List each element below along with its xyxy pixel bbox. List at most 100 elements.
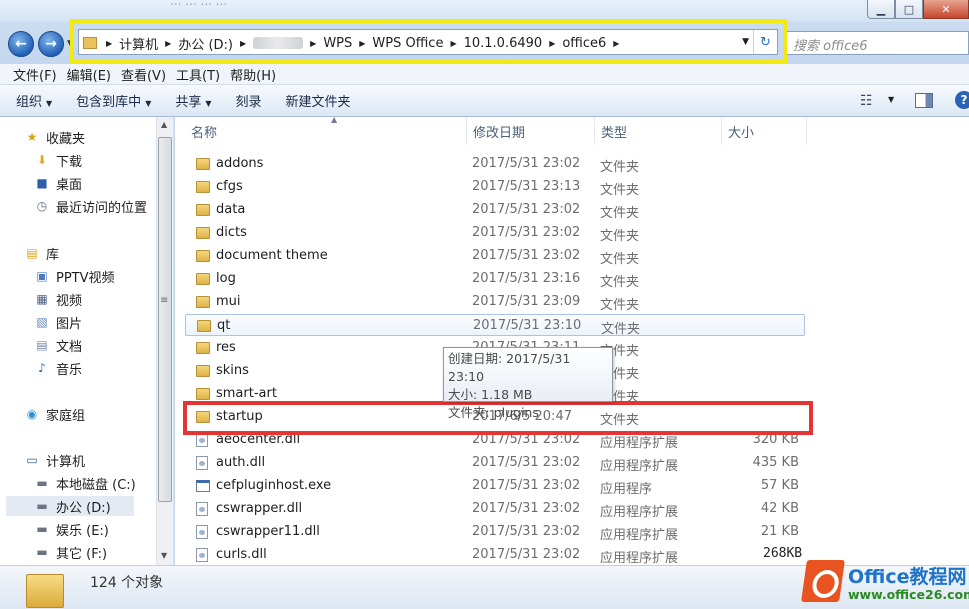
download-icon: ⬇ bbox=[36, 153, 48, 167]
menu-item[interactable]: 编辑(E) bbox=[62, 65, 116, 84]
folder-icon bbox=[196, 341, 210, 355]
menu-item[interactable]: 查看(V) bbox=[116, 65, 171, 84]
view-options-dropdown[interactable]: ▼ bbox=[888, 95, 894, 104]
stray-size-text: 268KB bbox=[763, 546, 803, 561]
tooltip-size: 大小: 1.18 MB bbox=[448, 387, 533, 402]
drive-icon: ▬ bbox=[36, 522, 48, 536]
nav-item[interactable]: ▤ 库 bbox=[24, 243, 59, 263]
navigation-pane: ▲ ≡ ▼ ★ 收藏夹 ⬇ 下载 ■ 桌面 ◷ 最近访问的位置 ▤ 库 ▣ PPTV视频 ▦ 视频 ▧ 图片 ▤… bbox=[0, 117, 174, 565]
nav-item[interactable]: ▬ 娱乐 (E:) bbox=[34, 519, 109, 539]
cell-name: res bbox=[216, 340, 236, 355]
table-row[interactable]: data 2017/5/31 23:02 文件夹 bbox=[185, 199, 805, 221]
cell-type: 应用程序 bbox=[600, 482, 653, 497]
nav-item[interactable]: ◷ 最近访问的位置 bbox=[34, 196, 147, 216]
nav-item[interactable]: ⬇ 下载 bbox=[34, 150, 82, 170]
chevron-down-icon: ▼ bbox=[205, 99, 212, 108]
dll-icon bbox=[196, 548, 210, 562]
watermark-url: www.office26.com bbox=[848, 587, 969, 602]
column-size-label: 大小 bbox=[728, 125, 755, 141]
cell-size: 21 KB bbox=[760, 524, 799, 539]
table-row[interactable]: cswrapper.dll 2017/5/31 23:02 应用程序扩展 42 KB bbox=[185, 498, 805, 520]
command-label: 组织 bbox=[16, 95, 43, 110]
nav-item[interactable]: ◉ 家庭组 bbox=[24, 404, 85, 424]
nav-item[interactable]: ▤ 文档 bbox=[34, 335, 82, 355]
nav-item[interactable]: ▬ 其它 (F:) bbox=[34, 542, 107, 562]
nav-item[interactable]: ▦ 视频 bbox=[34, 289, 82, 309]
help-icon[interactable]: ? bbox=[955, 91, 969, 109]
folder-glyph bbox=[196, 273, 210, 285]
command-button[interactable]: 新建文件夹 bbox=[286, 91, 351, 110]
nav-item[interactable]: ▣ PPTV视频 bbox=[34, 266, 114, 286]
folder-glyph bbox=[196, 181, 210, 193]
nav-scroll-thumb[interactable] bbox=[158, 137, 172, 502]
scroll-down-icon[interactable]: ▼ bbox=[161, 551, 167, 560]
command-label: 新建文件夹 bbox=[285, 95, 351, 110]
nav-item[interactable]: ▭ 计算机 bbox=[24, 450, 85, 470]
menu-item[interactable]: 帮助(H) bbox=[225, 65, 281, 84]
view-options-icon[interactable]: ☷ bbox=[860, 93, 873, 109]
column-header-type[interactable]: 类型 bbox=[595, 117, 722, 145]
recent-places-icon: ◷ bbox=[36, 199, 48, 213]
dll-icon bbox=[196, 525, 210, 539]
cell-type: 文件夹 bbox=[600, 275, 640, 290]
cell-size: 57 KB bbox=[760, 478, 799, 493]
dll-glyph bbox=[196, 525, 208, 539]
search-input[interactable]: 搜索 office6 bbox=[786, 31, 969, 55]
cell-type: 文件夹 bbox=[600, 252, 640, 267]
table-row[interactable]: auth.dll 2017/5/31 23:02 应用程序扩展 435 KB bbox=[185, 452, 805, 474]
table-row[interactable]: curls.dll 2017/5/31 23:02 应用程序扩展 bbox=[185, 544, 805, 565]
cell-name: log bbox=[216, 271, 236, 286]
nav-item[interactable]: ▬ 本地磁盘 (C:) bbox=[34, 473, 136, 493]
nav-item[interactable]: ♪ 音乐 bbox=[34, 358, 82, 378]
folder-glyph bbox=[196, 296, 210, 308]
cell-type: 文件夹 bbox=[601, 322, 641, 337]
back-button[interactable]: ← bbox=[8, 31, 34, 57]
maximize-button[interactable]: □ bbox=[895, 0, 923, 19]
cell-name: dicts bbox=[216, 225, 247, 240]
close-button[interactable]: ✕ bbox=[923, 0, 969, 19]
command-button[interactable]: 共享 ▼ bbox=[175, 91, 211, 110]
menu-item[interactable]: 文件(F) bbox=[8, 65, 62, 84]
command-button[interactable]: 组织 ▼ bbox=[16, 91, 52, 110]
table-row[interactable]: addons 2017/5/31 23:02 文件夹 bbox=[185, 153, 805, 175]
command-button[interactable]: 包含到库中 ▼ bbox=[76, 91, 151, 110]
preview-pane-icon[interactable] bbox=[915, 93, 933, 108]
nav-item-label: 文档 bbox=[56, 339, 83, 355]
nav-item[interactable]: ■ 桌面 bbox=[34, 173, 82, 193]
table-row[interactable]: cefpluginhost.exe 2017/5/31 23:02 应用程序 57 K… bbox=[185, 475, 805, 497]
nav-item-label: 最近访问的位置 bbox=[56, 200, 148, 216]
cell-name: data bbox=[216, 202, 246, 217]
scroll-up-icon[interactable]: ▲ bbox=[161, 120, 167, 129]
table-row[interactable]: cfgs 2017/5/31 23:13 文件夹 bbox=[185, 176, 805, 198]
column-header-date[interactable]: 修改日期 bbox=[467, 117, 595, 145]
folder-glyph bbox=[196, 342, 210, 354]
table-row[interactable]: cswrapper11.dll 2017/5/31 23:02 应用程序扩展 21 K… bbox=[185, 521, 805, 543]
nav-item[interactable]: ★ 收藏夹 bbox=[24, 127, 85, 147]
command-bar: 组织 ▼ 包含到库中 ▼ 共享 ▼ 刻录 新建文件夹 ☷ ▼ ? bbox=[0, 85, 969, 117]
nav-item-label: 图片 bbox=[56, 316, 83, 332]
command-button[interactable]: 刻录 bbox=[236, 91, 262, 110]
nav-item-label: 音乐 bbox=[56, 362, 83, 378]
cell-type: 文件夹 bbox=[600, 160, 640, 175]
nav-scrollbar[interactable]: ▲ ≡ ▼ bbox=[156, 117, 173, 565]
nav-item[interactable]: ▬ 办公 (D:) bbox=[6, 496, 134, 516]
nav-item-label: 本地磁盘 (C:) bbox=[56, 477, 136, 493]
column-header-name[interactable]: 名称 ▲ bbox=[185, 117, 467, 145]
table-row[interactable]: dicts 2017/5/31 23:02 文件夹 bbox=[185, 222, 805, 244]
office-logo-icon bbox=[801, 560, 845, 602]
table-row[interactable]: document theme 2017/5/31 23:02 文件夹 bbox=[185, 245, 805, 267]
caption-buttons: ▁ □ ✕ bbox=[867, 0, 969, 20]
forward-button[interactable]: → bbox=[38, 31, 64, 57]
table-row[interactable]: log 2017/5/31 23:16 文件夹 bbox=[185, 268, 805, 290]
chevron-down-icon: ▼ bbox=[46, 99, 53, 108]
folder-icon bbox=[196, 203, 210, 217]
menu-item[interactable]: 工具(T) bbox=[171, 65, 225, 84]
minimize-button[interactable]: ▁ bbox=[867, 0, 895, 19]
column-header-size[interactable]: 大小 bbox=[722, 117, 807, 145]
table-row[interactable]: mui 2017/5/31 23:09 文件夹 bbox=[185, 291, 805, 313]
command-list: 组织 ▼ 包含到库中 ▼ 共享 ▼ 刻录 新建文件夹 bbox=[16, 91, 375, 110]
cell-name: cswrapper11.dll bbox=[216, 524, 320, 539]
nav-item[interactable]: ▧ 图片 bbox=[34, 312, 82, 332]
dll-glyph bbox=[196, 456, 208, 470]
table-row[interactable]: qt 2017/5/31 23:10 文件夹 bbox=[185, 314, 805, 337]
